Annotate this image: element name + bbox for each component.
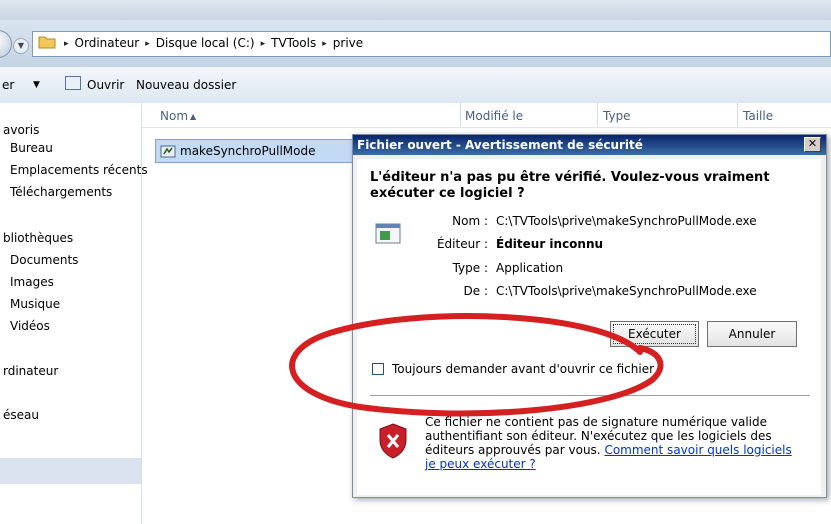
chevron-right-icon[interactable]: ▸ xyxy=(322,36,327,52)
always-ask-label[interactable]: Toujours demander avant d'ouvrir ce fich… xyxy=(392,362,654,376)
new-folder-button[interactable]: Nouveau dossier xyxy=(136,78,236,92)
run-button[interactable]: Exécuter xyxy=(610,321,699,347)
publisher-value: Éditeur inconnu xyxy=(496,237,604,251)
organize-button[interactable]: er xyxy=(2,78,14,92)
publisher-label: Éditeur : xyxy=(436,237,488,251)
from-label: De : xyxy=(463,284,488,298)
nav-network[interactable]: éseau xyxy=(3,408,39,422)
from-value: C:\TVTools\prive\makeSynchroPullMode.exe xyxy=(496,284,757,298)
window-title-band xyxy=(0,0,831,20)
nav-desktop[interactable]: Bureau xyxy=(10,141,53,155)
sort-ascending-icon: ▲ xyxy=(190,112,197,121)
name-value: C:\TVTools\prive\makeSynchroPullMode.exe xyxy=(496,214,757,228)
toolbar xyxy=(0,67,831,104)
nav-favorites[interactable]: avoris xyxy=(3,123,39,137)
column-divider[interactable] xyxy=(737,103,738,127)
nav-libraries[interactable]: bliothèques xyxy=(3,231,73,245)
dialog-warning-heading: L'éditeur n'a pas pu être vérifié. Voule… xyxy=(370,170,770,201)
shield-warning-icon xyxy=(379,423,407,459)
nav-videos[interactable]: Vidéos xyxy=(10,319,50,333)
folder-icon xyxy=(38,36,56,49)
breadcrumb: ▸ Ordinateur ▸ Disque local (C:) ▸ TVToo… xyxy=(64,36,363,52)
nav-music[interactable]: Musique xyxy=(10,297,60,311)
nav-images[interactable]: Images xyxy=(10,275,54,289)
type-label: Type : xyxy=(452,261,488,275)
cancel-button[interactable]: Annuler xyxy=(707,321,797,347)
footer-notice: Ce fichier ne contient pas de signature … xyxy=(425,415,805,471)
executable-file-icon xyxy=(160,145,176,158)
chevron-down-icon[interactable]: ▼ xyxy=(33,80,40,90)
always-ask-checkbox[interactable] xyxy=(372,363,384,375)
breadcrumb-item-prive[interactable]: prive xyxy=(333,36,363,52)
column-divider[interactable] xyxy=(460,103,461,127)
open-button[interactable]: Ouvrir xyxy=(87,78,124,92)
history-dropdown-button[interactable]: ▼ xyxy=(13,38,29,54)
column-divider[interactable] xyxy=(597,103,598,127)
chevron-right-icon[interactable]: ▸ xyxy=(145,36,150,52)
type-value: Application xyxy=(496,261,564,275)
chevron-right-icon: ▸ xyxy=(64,39,69,49)
nav-computer[interactable]: rdinateur xyxy=(3,364,58,378)
nav-documents[interactable]: Documents xyxy=(10,253,78,267)
column-header-name[interactable]: Nom xyxy=(160,109,188,123)
navigation-pane: avoris Bureau Emplacements récents Téléc… xyxy=(0,103,148,524)
breadcrumb-item-tvtools[interactable]: TVTools xyxy=(271,36,316,52)
name-label: Nom : xyxy=(452,214,488,228)
dialog-separator xyxy=(370,395,810,396)
nav-recent-places[interactable]: Emplacements récents xyxy=(10,163,148,177)
open-icon xyxy=(65,76,81,90)
breadcrumb-item-disk[interactable]: Disque local (C:) xyxy=(156,36,255,52)
dialog-title: Fichier ouvert - Avertissement de sécuri… xyxy=(357,138,643,152)
nav-selection-highlight xyxy=(0,458,141,484)
nav-downloads[interactable]: Téléchargements xyxy=(10,185,112,199)
column-header-modified[interactable]: Modifié le xyxy=(465,109,523,123)
column-header-type[interactable]: Type xyxy=(603,109,631,123)
breadcrumb-item-computer[interactable]: Ordinateur xyxy=(75,36,140,52)
file-name[interactable]: makeSynchroPullMode xyxy=(180,144,315,158)
close-icon[interactable]: ✕ xyxy=(804,137,821,152)
chevron-right-icon[interactable]: ▸ xyxy=(261,36,266,52)
column-header-size[interactable]: Taille xyxy=(743,109,773,123)
